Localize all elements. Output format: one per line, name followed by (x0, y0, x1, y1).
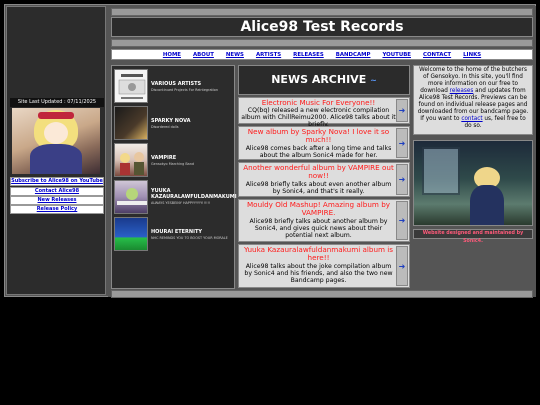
sidebar-character-image (12, 108, 100, 174)
releases-link[interactable]: releases (450, 88, 474, 94)
left-sidebar: Site Last Updated : 07/11/2025 Subscribe… (6, 6, 106, 295)
release-policy-link[interactable]: Release Policy (10, 205, 104, 214)
news-body: Alice98 comes back after a long time and… (245, 145, 392, 159)
nav-artists[interactable]: ARTISTS (256, 52, 281, 58)
news-title[interactable]: Electronic Music For Everyone!! (241, 99, 396, 107)
project-name: YUUKA KAZAURALAWFULDANMAKUMI (151, 188, 237, 200)
project-thumbnail (114, 217, 148, 251)
news-item[interactable]: Electronic Music For Everyone!! CQ(bq) r… (238, 97, 410, 128)
top-divider (111, 8, 533, 16)
news-body: CQ(bq) released a new electronic compila… (241, 107, 396, 128)
last-updated-label: Site Last Updated : 07/11/2025 (10, 98, 104, 107)
news-title[interactable]: New album by Sparky Nova! I love it so m… (241, 128, 396, 144)
news-archive-heading[interactable]: NEWS ARCHIVE ~ (238, 65, 410, 95)
project-thumbnail (114, 143, 148, 177)
project-desc: ALWAYS YESBEINY HAPPYYYYY!!!!!! (151, 201, 211, 205)
project-name: SPARKY NOVA (151, 118, 191, 124)
project-desc: Discontinued Projects For Reintegration (151, 88, 219, 92)
project-sparky-nova[interactable]: SPARKY NOVA Disordered dolls (114, 106, 234, 140)
news-body: Alice98 talks about the joke compilation… (244, 263, 393, 284)
project-vampire[interactable]: VAMPIRE Gensokyo Marching Band (114, 143, 234, 177)
project-desc: NHC REMINDS YOU TO BOOST YOUR MORALE (151, 236, 228, 240)
project-thumbnail (114, 106, 148, 140)
project-hourai-eternity[interactable]: HOURAI ETERNITY NHC REMINDS YOU TO BOOST… (114, 217, 234, 251)
project-desc: Gensokyo Marching Band (151, 162, 195, 166)
page-frame: Site Last Updated : 07/11/2025 Subscribe… (4, 4, 536, 298)
subscribe-youtube-link[interactable]: Subscribe to Alice98 on YouTube (10, 177, 104, 186)
news-item[interactable]: Yuuka Kazauralawfuldanmakumi album is he… (238, 244, 410, 288)
news-title[interactable]: Yuuka Kazauralawfuldanmakumi album is he… (241, 246, 396, 262)
nav-releases[interactable]: RELEASES (293, 52, 324, 58)
main-area: Alice98 Test Records HOME ABOUT NEWS ART… (108, 6, 536, 298)
nav-news[interactable]: NEWS (226, 52, 244, 58)
news-item[interactable]: New album by Sparky Nova! I love it so m… (238, 126, 410, 160)
project-thumbnail (114, 69, 148, 103)
arrow-right-icon[interactable]: ➜ (396, 128, 408, 158)
news-column: NEWS ARCHIVE ~ Electronic Music For Ever… (238, 65, 410, 289)
project-yuuka[interactable]: YUUKA KAZAURALAWFULDANMAKUMI ALWAYS YESB… (114, 180, 237, 214)
project-name: VAMPIRE (151, 155, 177, 161)
nav-home[interactable]: HOME (163, 52, 181, 58)
welcome-text: Welcome to the home of the butchers of G… (413, 65, 533, 135)
bottom-divider (111, 290, 533, 298)
right-column: Welcome to the home of the butchers of G… (413, 65, 533, 289)
nav-links[interactable]: LINKS (463, 52, 481, 58)
arrow-right-icon[interactable]: ➜ (396, 164, 408, 195)
new-releases-link[interactable]: New Releases (10, 196, 104, 205)
featured-artwork (413, 140, 533, 226)
project-various-artists[interactable]: VARIOUS ARTISTS Discontinued Projects Fo… (114, 69, 234, 103)
arrow-right-icon[interactable]: ➜ (396, 99, 408, 122)
news-body: Alice98 briefly talks about even another… (245, 181, 392, 195)
nav-bandcamp[interactable]: BANDCAMP (336, 52, 371, 58)
contact-link[interactable]: contact (461, 116, 482, 122)
site-credit: Website designed and maintained by Sonic… (413, 229, 533, 244)
title-divider (111, 39, 533, 47)
news-item[interactable]: Another wonderful album by VAMPIRE out n… (238, 162, 410, 197)
news-title[interactable]: Mouldy Old Mashup! Amazing album by VAMP… (241, 201, 396, 217)
news-title[interactable]: Another wonderful album by VAMPIRE out n… (241, 164, 396, 180)
project-desc: Disordered dolls (151, 125, 179, 129)
nav-contact[interactable]: CONTACT (423, 52, 451, 58)
contact-alice98-link[interactable]: Contact Alice98 (10, 187, 104, 196)
page-title: Alice98 Test Records (111, 17, 533, 37)
news-heading-tilde: ~ (370, 76, 377, 85)
projects-list: VARIOUS ARTISTS Discontinued Projects Fo… (111, 65, 237, 289)
main-nav: HOME ABOUT NEWS ARTISTS RELEASES BANDCAM… (111, 49, 533, 60)
arrow-right-icon[interactable]: ➜ (396, 246, 408, 286)
news-heading-text: NEWS ARCHIVE (271, 73, 367, 86)
project-name: HOURAI ETERNITY (151, 229, 202, 235)
nav-about[interactable]: ABOUT (193, 52, 214, 58)
news-item[interactable]: Mouldy Old Mashup! Amazing album by VAMP… (238, 199, 410, 242)
project-thumbnail (114, 180, 148, 214)
nav-youtube[interactable]: YOUTUBE (382, 52, 411, 58)
arrow-right-icon[interactable]: ➜ (396, 201, 408, 240)
project-name: VARIOUS ARTISTS (151, 81, 202, 87)
news-body: Alice98 briefly talks about another albu… (249, 218, 388, 239)
